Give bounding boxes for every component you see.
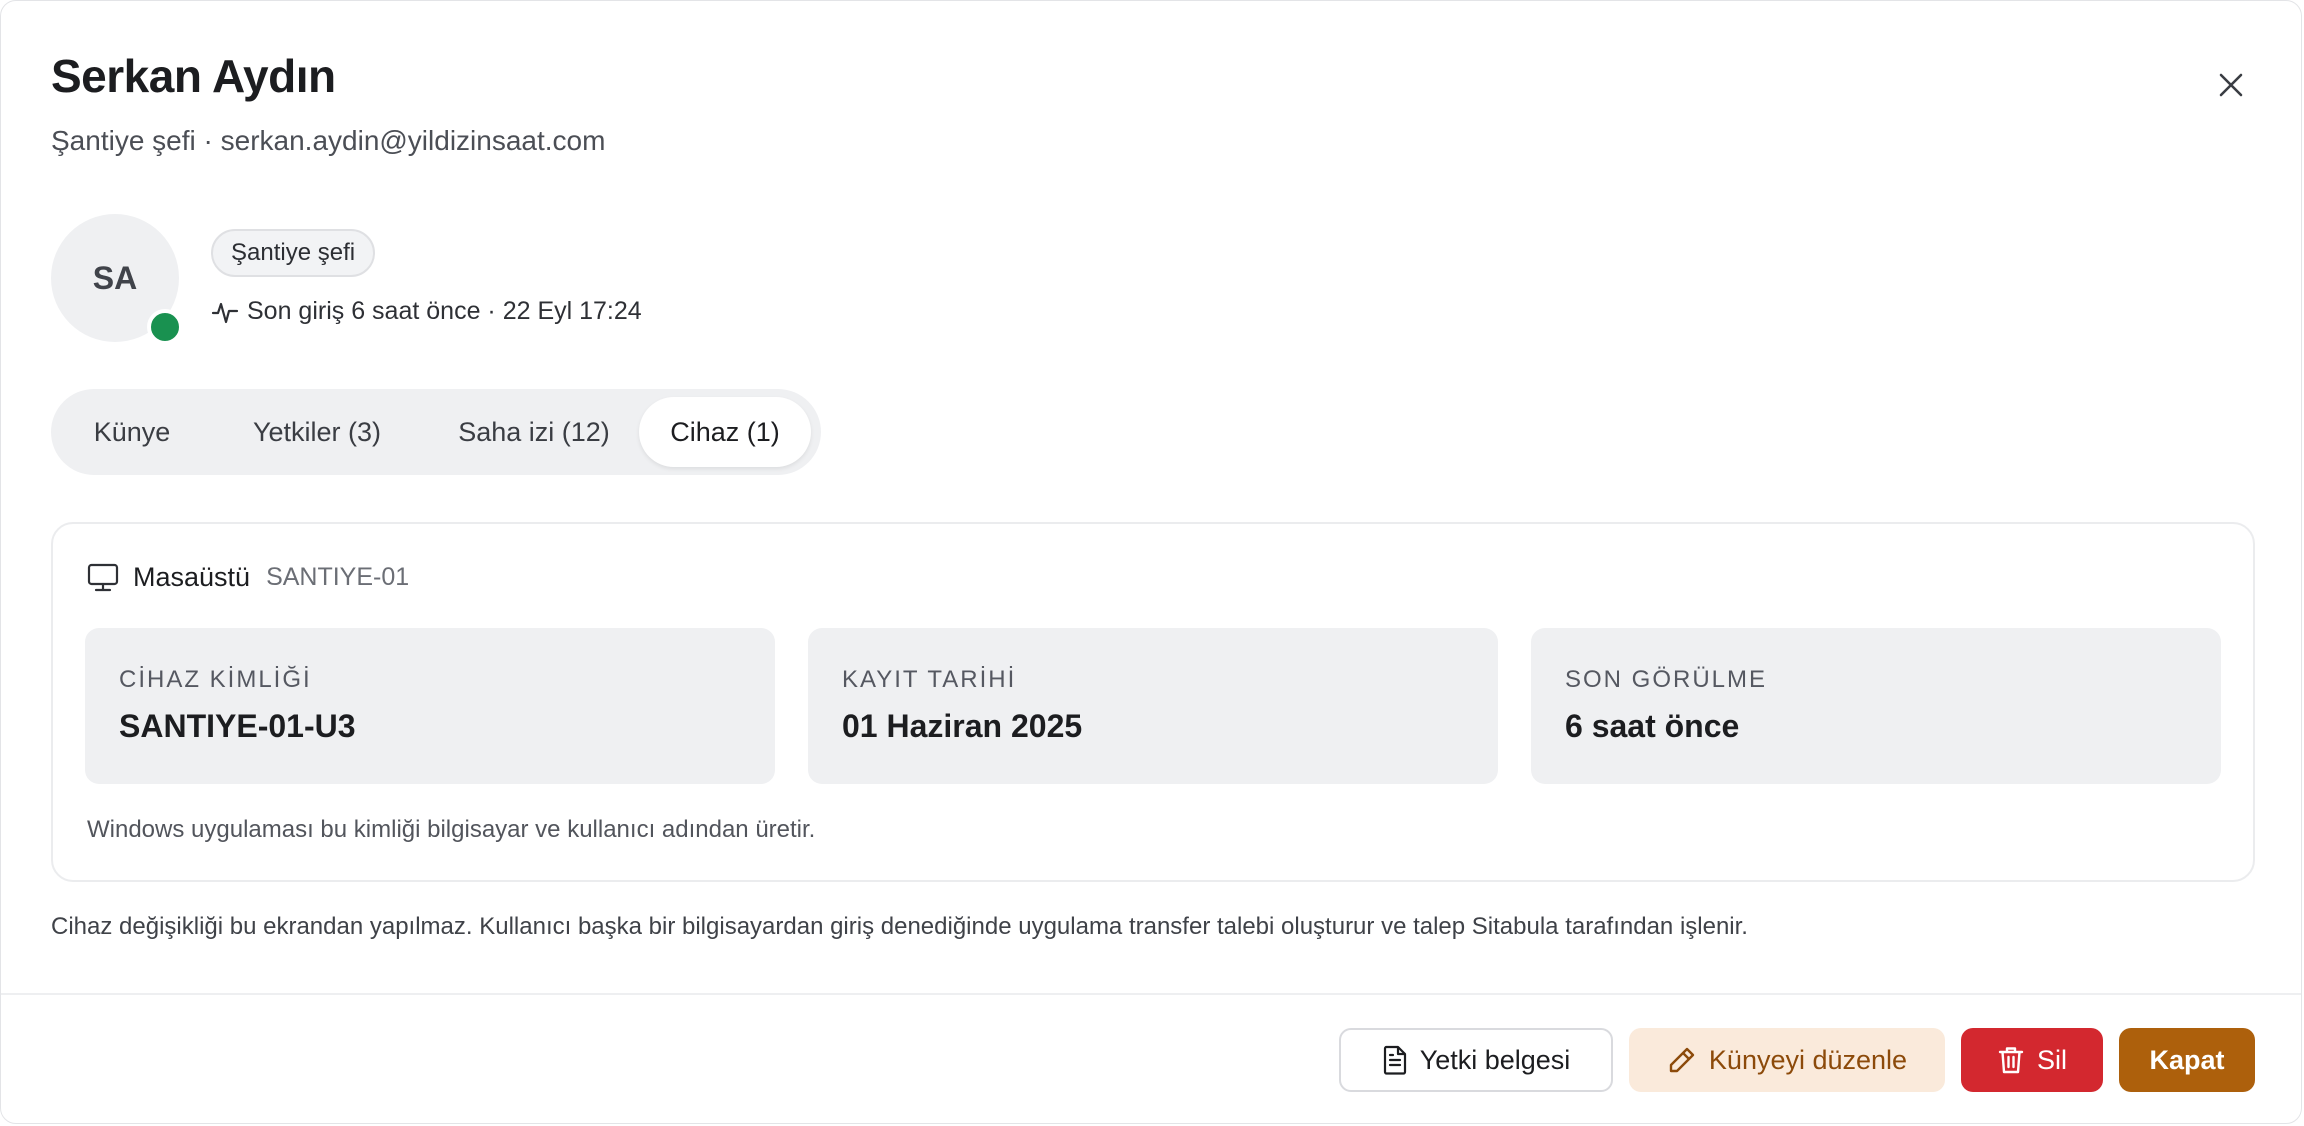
user-detail-modal: Serkan Aydın Şantiye şefi · serkan.aydin… [0,0,2302,1124]
tab-kunye[interactable]: Künye [59,397,205,467]
edit-profile-label: Künyeyi düzenle [1708,1044,1908,1075]
last-login-text: Son giriş 6 saat önce · 22 Eyl 17:24 [247,297,642,325]
device-header: Masaüstü SANTIYE-01 [87,562,409,593]
document-icon [1382,1045,1408,1075]
role-badge: Şantiye şefi [211,229,376,277]
last-seen-value: 6 saat önce [1565,708,1740,744]
device-code: SANTIYE-01 [266,563,410,591]
edit-profile-button[interactable]: Künyeyi düzenle [1629,1028,1945,1092]
registration-date-value: 01 Haziran 2025 [842,708,1083,744]
device-id-box: CİHAZ KİMLİĞİ SANTIYE-01-U3 [85,628,775,784]
user-subtitle: Şantiye şefi · serkan.aydin@yildizinsaat… [51,125,606,156]
trash-icon [1997,1045,2025,1075]
last-login-info: Son giriş 6 saat önce · 22 Eyl 17:24 [211,297,642,326]
close-button[interactable] [2207,61,2255,109]
page-title: Serkan Aydın [51,50,336,102]
monitor-icon [87,563,119,593]
last-seen-box: SON GÖRÜLME 6 saat önce [1531,628,2221,784]
tab-bar: Künye Yetkiler (3) Saha izi (12) Cihaz (… [51,389,821,475]
delete-label: Sil [2036,1044,2067,1075]
registration-date-box: KAYIT TARİHİ 01 Haziran 2025 [808,628,1498,784]
activity-icon [211,298,239,326]
authority-document-button[interactable]: Yetki belgesi [1339,1028,1613,1092]
pencil-icon [1667,1045,1697,1075]
tab-saha-izi[interactable]: Saha izi (12) [429,397,639,467]
close-icon [2218,72,2244,98]
last-seen-label: SON GÖRÜLME [1565,666,1768,693]
device-note: Windows uygulaması bu kimliği bilgisayar… [87,816,816,843]
device-type: Masaüstü [133,562,251,592]
tab-yetkiler[interactable]: Yetkiler (3) [215,397,419,467]
authority-document-label: Yetki belgesi [1419,1044,1571,1075]
tab-cihaz[interactable]: Cihaz (1) [639,397,811,467]
device-change-info: Cihaz değişikliği bu ekrandan yapılmaz. … [51,913,1748,940]
device-card: Masaüstü SANTIYE-01 CİHAZ KİMLİĞİ SANTIY… [51,522,2255,882]
footer-divider [1,993,2301,995]
device-id-label: CİHAZ KİMLİĞİ [119,666,312,693]
delete-button[interactable]: Sil [1961,1028,2103,1092]
online-status-indicator [147,309,183,345]
registration-date-label: KAYIT TARİHİ [842,666,1017,693]
close-modal-button[interactable]: Kapat [2119,1028,2255,1092]
device-id-value: SANTIYE-01-U3 [119,708,356,744]
